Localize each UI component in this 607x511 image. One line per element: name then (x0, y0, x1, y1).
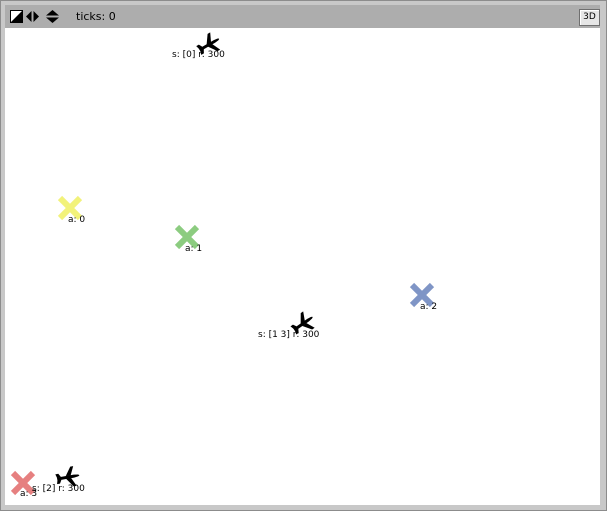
target-label: a: 2 (420, 302, 438, 312)
settings-icon[interactable] (10, 10, 23, 23)
step-arrows-icon[interactable] (26, 10, 39, 23)
simulation-window: ticks: 0 3D s: [0] r: 300 a: 0 a: 1 a: 2… (0, 0, 607, 511)
view-3d-button[interactable]: 3D (579, 9, 600, 26)
ticks-counter: ticks: 0 (76, 10, 116, 23)
plane-label: s: [2] r: 300 (32, 484, 85, 494)
target-label: a: 0 (68, 215, 86, 225)
toolbar: ticks: 0 3D (5, 5, 600, 29)
target-label: a: 1 (185, 244, 203, 254)
world-canvas[interactable]: s: [0] r: 300 a: 0 a: 1 a: 2 s: [1 3] r:… (5, 28, 600, 505)
speed-arrows-icon[interactable] (46, 10, 59, 23)
plane-label: s: [0] r: 300 (172, 50, 225, 60)
plane-label: s: [1 3] r: 300 (258, 330, 320, 340)
